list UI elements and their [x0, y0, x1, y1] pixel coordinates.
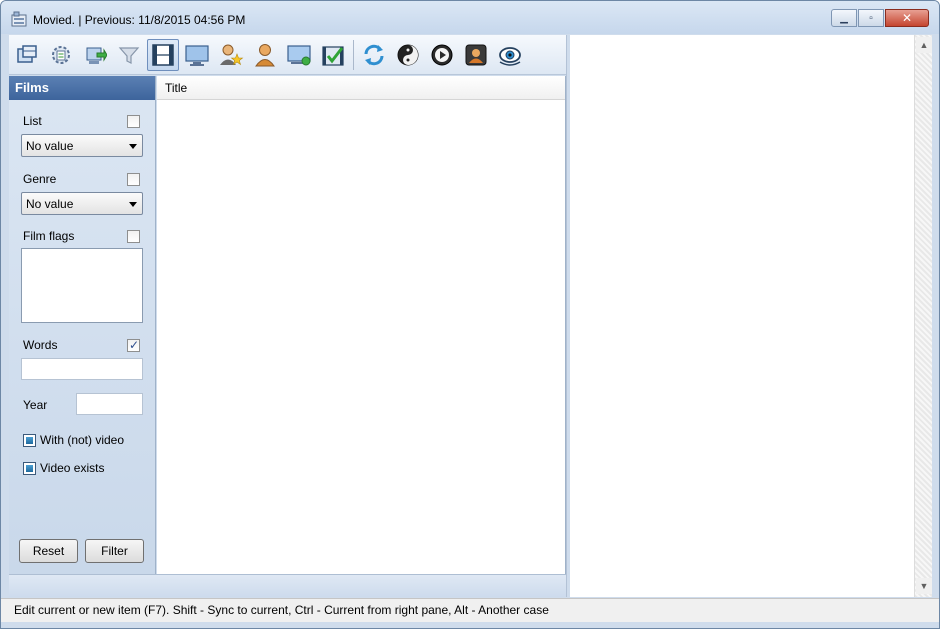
film-flags-listbox[interactable] [21, 248, 143, 323]
toolbar-watched-button[interactable] [317, 39, 349, 71]
grid-footer-strip [9, 574, 567, 597]
details-pane[interactable] [570, 35, 914, 597]
toolbar-eye-button[interactable] [494, 39, 526, 71]
with-video-checkbox[interactable] [23, 434, 36, 447]
portrait-frame-icon [465, 44, 487, 65]
column-header-title[interactable]: Title [157, 76, 565, 100]
list-select[interactable]: No value [21, 134, 143, 157]
close-icon: ✕ [901, 11, 913, 25]
genre-label: Genre [23, 172, 57, 186]
window-frame-bottom [1, 622, 939, 628]
toolbar-people-button[interactable] [249, 39, 281, 71]
chevron-down-icon [129, 202, 137, 207]
app-icon [11, 11, 27, 27]
filter-funnel-icon [118, 46, 140, 64]
list-select-value: No value [26, 139, 74, 153]
genre-checkbox[interactable] [127, 173, 140, 186]
film-icon [152, 43, 174, 66]
status-text: Edit current or new item (F7). Shift - S… [14, 603, 549, 617]
chevron-down-icon: ▼ [919, 581, 929, 591]
window-title: Movied. | Previous: 11/8/2015 04:56 PM [33, 13, 246, 27]
words-checkbox[interactable] [127, 338, 140, 352]
maximize-button[interactable]: ▫ [858, 9, 884, 27]
toolbar-filter-button[interactable] [113, 39, 145, 71]
title-bar[interactable]: Movied. | Previous: 11/8/2015 04:56 PM ▁… [1, 1, 939, 34]
person-star-icon [220, 44, 244, 65]
toolbar-table-button[interactable] [11, 39, 43, 71]
table-icon [17, 44, 37, 63]
refresh-icon [364, 44, 384, 65]
toolbar-separator [353, 39, 354, 70]
film-flags-checkbox[interactable] [127, 230, 140, 243]
genre-select[interactable]: No value [21, 192, 143, 215]
main-toolbar [9, 35, 567, 75]
minimize-icon: ▁ [840, 12, 848, 24]
chevron-up-icon: ▲ [919, 40, 929, 50]
eye-icon [499, 46, 521, 66]
toolbar-portrait-button[interactable] [460, 39, 492, 71]
toolbar-play-button[interactable] [426, 39, 458, 71]
play-icon [431, 44, 453, 65]
monitor-icon [185, 44, 209, 66]
toolbar-import-button[interactable] [79, 39, 111, 71]
video-exists-label: Video exists [40, 461, 105, 475]
toolbar-add-screen-button[interactable] [283, 39, 315, 71]
scroll-down-button[interactable]: ▼ [916, 578, 932, 594]
screen-add-icon [287, 44, 311, 65]
toolbar-yin-yang-button[interactable] [392, 39, 424, 71]
toolbar-monitor-button[interactable] [181, 39, 213, 71]
film-check-icon [322, 45, 344, 66]
toolbar-refresh-button[interactable] [358, 39, 390, 71]
import-icon [86, 47, 107, 64]
minimize-button[interactable]: ▁ [831, 9, 857, 27]
words-input[interactable] [21, 358, 143, 380]
toolbar-films-button[interactable] [147, 38, 179, 71]
with-video-label: With (not) video [40, 433, 125, 447]
person-icon [255, 43, 275, 66]
settings-gear-icon [52, 45, 70, 64]
chevron-down-icon [129, 144, 137, 149]
filter-panel: Films List No value Genre No value Film … [9, 76, 156, 574]
words-label: Words [23, 338, 58, 352]
status-bar: Edit current or new item (F7). Shift - S… [1, 598, 939, 622]
maximize-icon: ▫ [869, 12, 873, 24]
vertical-scrollbar[interactable]: ▲ ▼ [914, 35, 932, 597]
panel-header: Films [9, 76, 155, 100]
window-controls: ▁ ▫ ✕ [831, 9, 929, 27]
toolbar-favorite-people-button[interactable] [215, 39, 247, 71]
toolbar-settings-button[interactable] [45, 39, 77, 71]
year-label: Year [23, 398, 48, 412]
video-exists-checkbox[interactable] [23, 462, 36, 475]
close-button[interactable]: ✕ [885, 9, 929, 27]
filter-button[interactable]: Filter [85, 539, 144, 563]
film-flags-label: Film flags [23, 229, 75, 243]
films-grid[interactable]: Title [157, 76, 566, 574]
genre-select-value: No value [26, 197, 74, 211]
scroll-up-button[interactable]: ▲ [916, 37, 932, 53]
app-window: Movied. | Previous: 11/8/2015 04:56 PM ▁… [0, 0, 940, 629]
reset-button[interactable]: Reset [19, 539, 78, 563]
list-checkbox[interactable] [127, 115, 140, 128]
year-input[interactable] [76, 393, 143, 415]
list-label: List [23, 114, 42, 128]
yin-yang-icon [397, 44, 419, 65]
